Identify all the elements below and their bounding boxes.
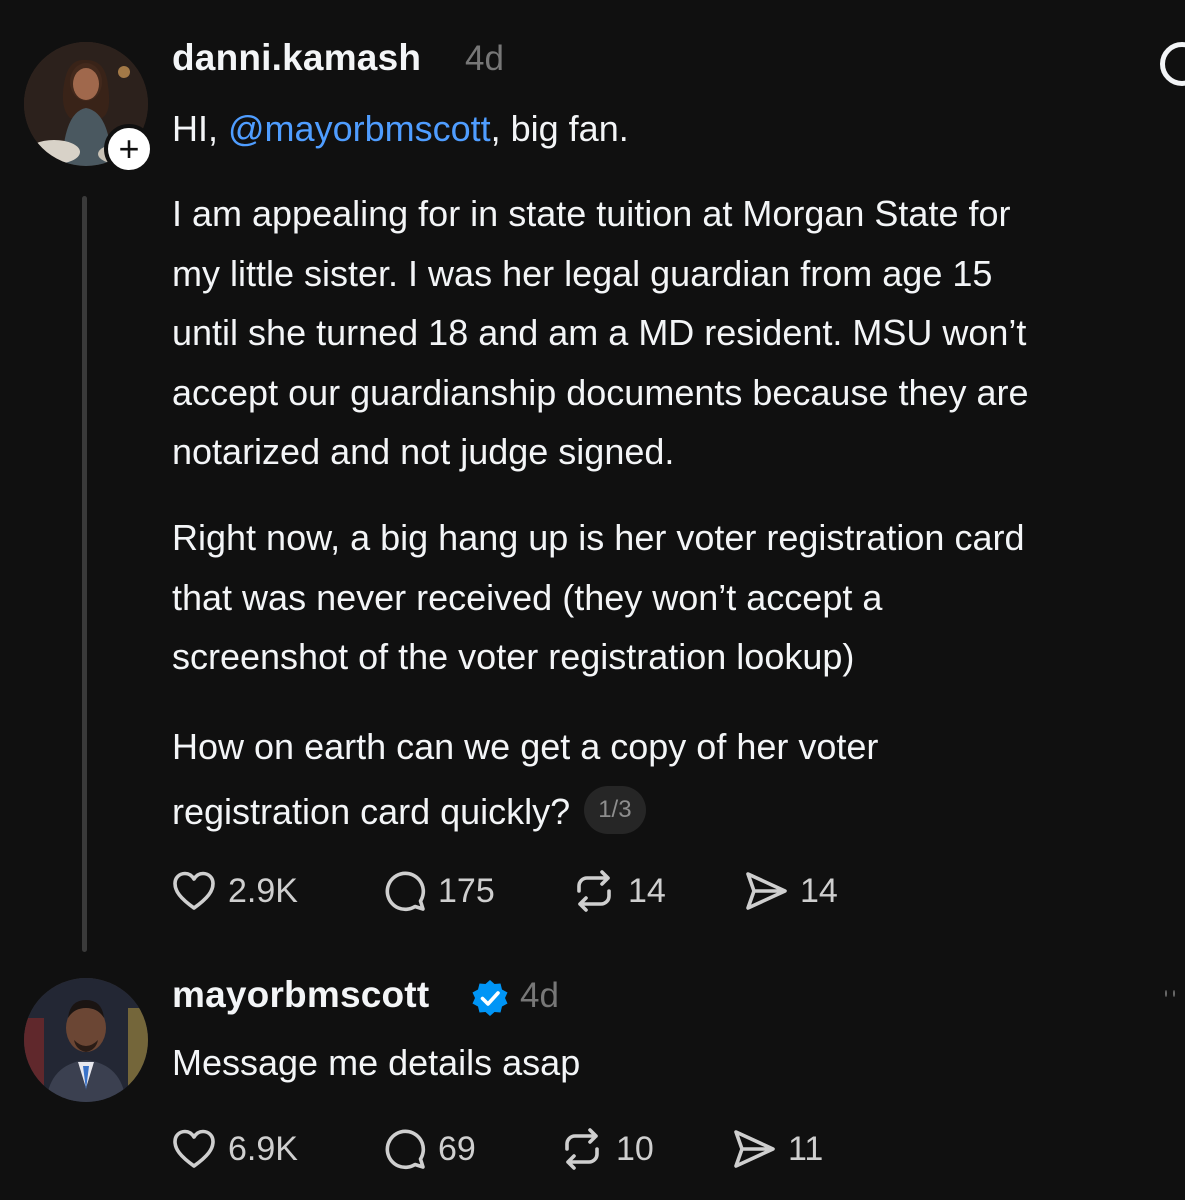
post-text: Message me details asap [172, 1042, 581, 1083]
post-timestamp: 4d [465, 39, 504, 78]
text-line: I am appealing for in state tuition at M… [172, 193, 1011, 234]
verified-badge-icon [472, 980, 508, 1016]
text-line: until she turned 18 and am a MD resident… [172, 312, 1027, 353]
share-button[interactable]: 11 [730, 1124, 823, 1174]
text-line: notarized and not judge signed. [172, 431, 675, 472]
follow-plus-button[interactable]: + [104, 124, 154, 174]
text-line: Right now, a big hang up is her voter re… [172, 517, 1025, 558]
text-line-content: registration card quickly? [172, 791, 571, 832]
comment-icon [385, 1129, 426, 1170]
share-button[interactable]: 14 [742, 866, 838, 916]
reply-count: 69 [438, 1129, 476, 1168]
mention-link[interactable]: @mayorbmscott [228, 108, 491, 149]
plus-icon: + [118, 128, 140, 169]
share-icon [746, 872, 787, 910]
post-username[interactable]: mayorbmscott [172, 974, 429, 1016]
text-line: How on earth can we get a copy of her vo… [172, 726, 879, 767]
post-greeting: HI, @mayorbmscott, big fan. [172, 99, 1185, 159]
greeting-prefix: HI, [172, 108, 229, 149]
text-line: registration card quickly? 1/3 [172, 779, 1185, 844]
repost-count: 10 [616, 1129, 654, 1168]
like-button[interactable]: 2.9K [170, 866, 298, 916]
thread-page-counter: 1/3 [584, 786, 646, 835]
post-paragraph-2: Right now, a big hang up is her voter re… [172, 508, 1185, 687]
share-count: 11 [788, 1129, 824, 1168]
post-timestamp: 4d [520, 976, 559, 1015]
repost-count: 14 [628, 871, 666, 910]
comment-icon [385, 871, 426, 912]
more-icon[interactable] [1165, 990, 1175, 1000]
like-button[interactable]: 6.9K [170, 1124, 298, 1174]
avatar-photo [24, 978, 148, 1102]
reply-button[interactable]: 69 [380, 1124, 476, 1174]
repost-icon [565, 1128, 599, 1170]
text-line: accept our guardianship documents becaus… [172, 371, 1029, 413]
like-count: 2.9K [228, 871, 298, 910]
thread-connector-line [82, 196, 87, 952]
reply-button[interactable]: 175 [380, 866, 495, 916]
repost-button[interactable]: 10 [558, 1124, 654, 1174]
post-username[interactable]: danni.kamash [172, 37, 421, 79]
post-paragraph-1: I am appealing for in state tuition at M… [172, 184, 1185, 482]
share-icon [734, 1130, 775, 1168]
avatar[interactable] [24, 978, 148, 1102]
text-line: that was never received (they won’t acce… [172, 576, 883, 618]
more-options-icon[interactable] [1160, 42, 1185, 86]
heart-icon [173, 1129, 215, 1168]
post-paragraph-3: How on earth can we get a copy of her vo… [172, 714, 1185, 844]
reply-count: 175 [438, 871, 495, 910]
text-line: screenshot of the voter registration loo… [172, 636, 855, 677]
like-count: 6.9K [228, 1129, 298, 1168]
greeting-suffix: , big fan. [490, 108, 629, 149]
share-count: 14 [800, 871, 838, 910]
repost-icon [577, 870, 611, 912]
repost-button[interactable]: 14 [570, 866, 666, 916]
text-line: my little sister. I was her legal guardi… [172, 252, 993, 294]
heart-icon [173, 871, 215, 910]
